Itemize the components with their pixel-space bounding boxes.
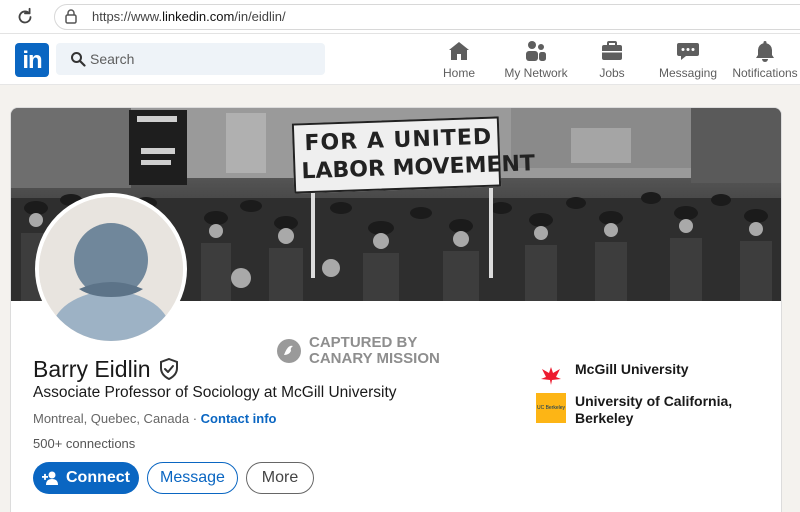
nav-label-notifications: Notifications <box>732 66 798 80</box>
network-icon <box>526 41 546 61</box>
profile-headline: Associate Professor of Sociology at McGi… <box>33 384 397 401</box>
message-button[interactable]: Message <box>147 462 238 494</box>
protest-sign-line1: FOR A UNITED <box>304 124 493 157</box>
verified-shield-icon[interactable] <box>159 358 179 380</box>
chat-icon <box>677 43 699 60</box>
add-person-icon <box>42 471 58 485</box>
protest-sign-line2: LABOR MOVEMENT <box>301 151 536 185</box>
bell-icon <box>756 41 774 62</box>
message-button-label: Message <box>160 469 225 486</box>
profile-location-line: Montreal, Quebec, Canada · Contact info <box>33 411 277 426</box>
briefcase-icon <box>602 41 622 60</box>
linkedin-logo[interactable]: in <box>15 43 49 77</box>
more-button[interactable]: More <box>246 462 314 494</box>
connections-count[interactable]: 500+ connections <box>33 436 135 451</box>
nav-label-jobs: Jobs <box>599 66 625 80</box>
education-name: McGill University <box>575 361 689 377</box>
url-domain: linkedin.com <box>162 9 235 24</box>
watermark-line2: CANARY MISSION <box>309 350 440 367</box>
url-prefix: https://www. <box>92 9 163 24</box>
connect-button[interactable]: Connect <box>33 462 139 494</box>
education-name: University of California, Berkeley <box>575 393 733 426</box>
location-separator: · <box>189 411 201 426</box>
connect-button-label: Connect <box>66 469 130 486</box>
nav-messaging[interactable]: Messaging <box>658 40 718 82</box>
canary-mission-logo-icon <box>277 339 301 363</box>
browser-toolbar: https://www.linkedin.com/in/eidlin/ <box>0 0 800 34</box>
mcgill-logo-icon <box>541 367 561 385</box>
nav-label-messaging: Messaging <box>658 66 718 80</box>
search-icon <box>71 52 86 67</box>
protest-sign: FOR A UNITED LABOR MOVEMENT <box>291 116 535 194</box>
contact-info-link[interactable]: Contact info <box>201 411 277 426</box>
berkeley-logo-icon: UC Berkeley <box>536 393 566 423</box>
watermark-line1: CAPTURED BY <box>309 334 418 351</box>
nav-my-network[interactable]: My Network <box>500 40 572 82</box>
canary-mission-watermark: CAPTURED BY CANARY MISSION <box>276 335 451 369</box>
default-avatar-icon <box>39 197 183 341</box>
url-path: /in/eidlin/ <box>234 9 286 24</box>
home-icon <box>449 42 469 60</box>
profile-name: Barry Eidlin <box>33 356 151 382</box>
nav-jobs[interactable]: Jobs <box>595 40 629 82</box>
nav-home[interactable]: Home <box>438 40 480 82</box>
nav-notifications[interactable]: Notifications <box>731 40 799 82</box>
more-button-label: More <box>261 469 299 486</box>
lock-icon[interactable] <box>64 8 78 24</box>
watermark-text: CAPTURED BY CANARY MISSION <box>309 335 440 367</box>
url-text[interactable]: https://www.linkedin.com/in/eidlin/ <box>92 9 286 24</box>
search-input[interactable] <box>90 44 310 74</box>
avatar[interactable] <box>35 193 187 345</box>
nav-label-my-network: My Network <box>504 66 568 80</box>
profile-location: Montreal, Quebec, Canada <box>33 411 190 426</box>
reload-icon[interactable] <box>14 6 36 28</box>
nav-label-home: Home <box>442 66 475 80</box>
profile-card: FOR A UNITED LABOR MOVEMENT CAPTURED BY … <box>10 107 782 512</box>
